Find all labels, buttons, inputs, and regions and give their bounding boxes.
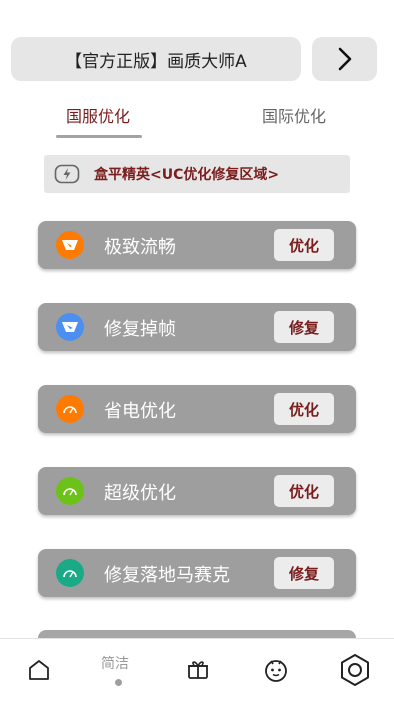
option-card-fix-frames: 修复掉帧 修复 xyxy=(38,303,356,351)
option-label: 极致流畅 xyxy=(104,237,176,258)
optimize-button[interactable]: 优化 xyxy=(274,229,334,261)
app-title-button[interactable]: 【官方正版】画质大师A xyxy=(11,37,301,81)
option-card-smooth: 极致流畅 优化 xyxy=(38,221,356,269)
gauge-icon xyxy=(56,477,84,505)
nav-active-dot xyxy=(115,679,122,686)
next-button[interactable] xyxy=(312,37,377,81)
option-label: 修复掉帧 xyxy=(104,319,176,340)
fix-button[interactable]: 修复 xyxy=(274,311,334,343)
active-tab-indicator xyxy=(56,135,142,138)
wrench-icon xyxy=(56,313,84,341)
gamepad-icon xyxy=(54,164,80,184)
gauge-icon xyxy=(56,395,84,423)
fix-button[interactable]: 修复 xyxy=(274,557,334,589)
app-title: 【官方正版】画质大师A xyxy=(65,51,247,72)
home-icon xyxy=(29,660,49,680)
notice-text: 盒平精英<UC优化修复区域> xyxy=(94,167,280,183)
tab-international-optimize[interactable]: 国际优化 xyxy=(262,103,326,127)
speed-icon xyxy=(56,231,84,259)
game-notice-bar: 盒平精英<UC优化修复区域> xyxy=(44,155,350,193)
nav-simple-label[interactable]: 简洁 xyxy=(101,653,129,673)
chevron-right-icon xyxy=(338,47,351,71)
option-card-super: 超级优化 优化 xyxy=(38,467,356,515)
optimize-button[interactable]: 优化 xyxy=(274,475,334,507)
nav-face[interactable] xyxy=(262,656,290,684)
option-label: 省电优化 xyxy=(104,401,176,422)
option-card-power-saving: 省电优化 优化 xyxy=(38,385,356,433)
settings-hexagon-icon xyxy=(341,654,369,686)
tab-domestic-optimize[interactable]: 国服优化 xyxy=(66,103,130,127)
optimize-button[interactable]: 优化 xyxy=(274,393,334,425)
gauge-icon xyxy=(56,559,84,587)
nav-home[interactable] xyxy=(26,657,52,683)
face-icon xyxy=(265,660,287,682)
option-label: 超级优化 xyxy=(104,483,176,504)
nav-gift[interactable] xyxy=(185,656,211,682)
option-card-fix-mosaic: 修复落地马赛克 修复 xyxy=(38,549,356,597)
nav-settings[interactable] xyxy=(337,652,373,688)
option-label: 修复落地马赛克 xyxy=(104,565,230,586)
gift-icon xyxy=(188,661,208,679)
